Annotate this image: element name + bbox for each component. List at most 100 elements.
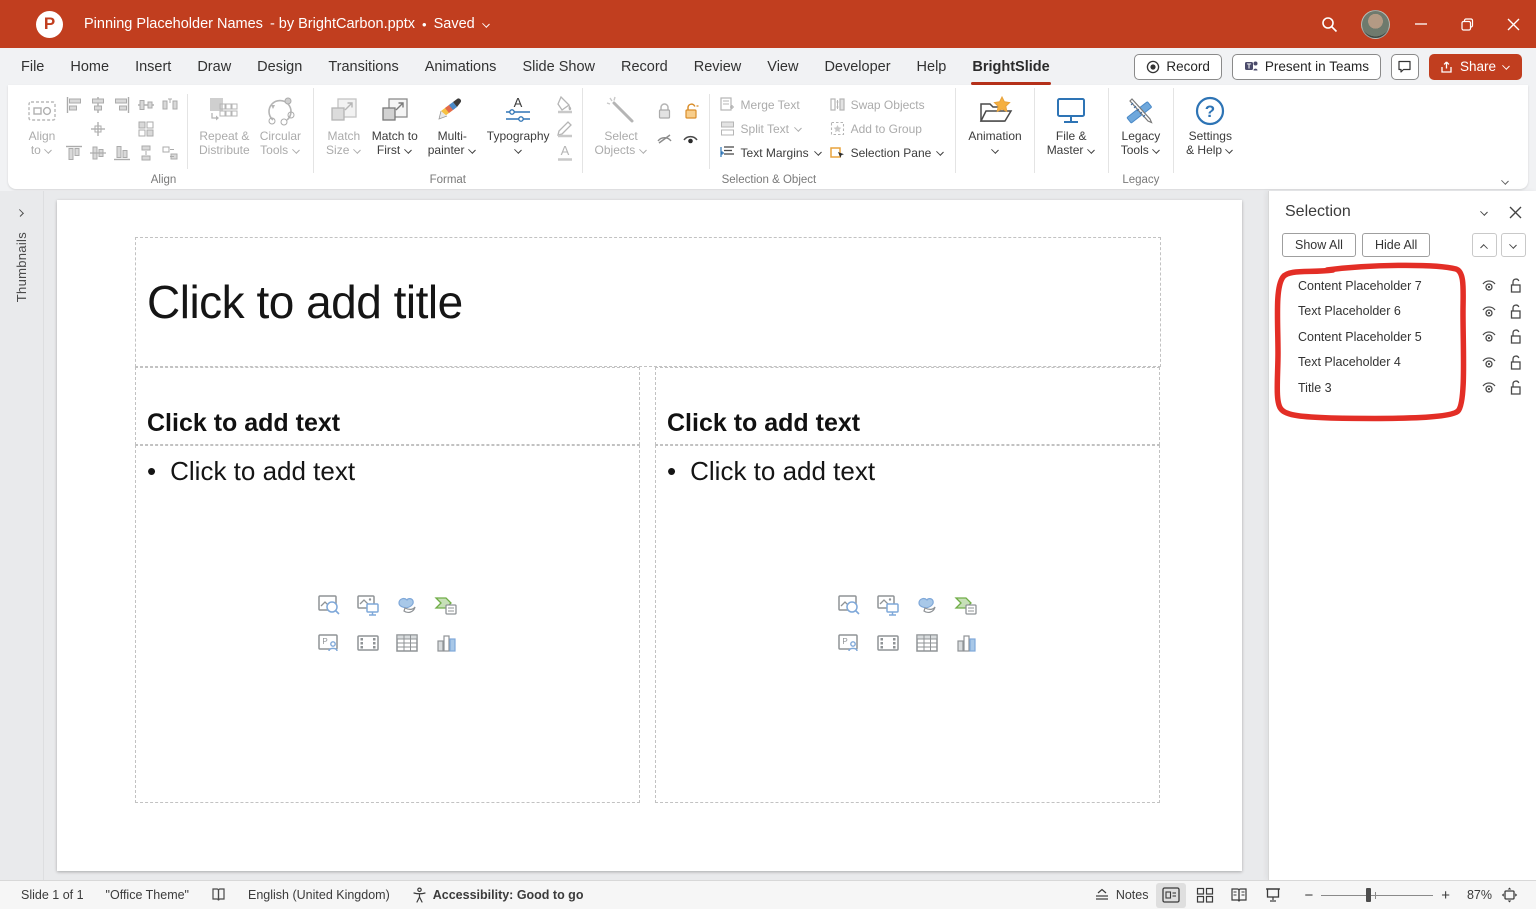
visibility-eye-icon[interactable] (1480, 379, 1498, 396)
expand-thumbnails-icon[interactable] (17, 209, 26, 216)
text-placeholder-right[interactable]: Click to add text (655, 367, 1160, 445)
insert-stock-image-button[interactable] (837, 593, 861, 617)
hide-object-button[interactable] (653, 126, 677, 152)
tab-record[interactable]: Record (608, 48, 681, 85)
tab-transitions[interactable]: Transitions (315, 48, 411, 85)
search-button[interactable] (1306, 0, 1352, 48)
gap-horizontal-button[interactable] (159, 94, 181, 116)
hide-all-button[interactable]: Hide All (1361, 233, 1431, 257)
text-margins-button[interactable]: Text Margins (716, 143, 826, 162)
insert-smartart-button[interactable] (434, 593, 458, 617)
saved-dropdown-icon[interactable] (482, 21, 491, 28)
tab-brightslide[interactable]: BrightSlide (959, 48, 1062, 85)
selection-item-content-placeholder-7[interactable]: Content Placeholder 7 (1269, 273, 1536, 299)
selection-pane-options-icon[interactable] (1480, 209, 1489, 216)
tab-review[interactable]: Review (681, 48, 755, 85)
unlock-object-button[interactable] (679, 98, 703, 124)
account-button[interactable] (1352, 0, 1398, 48)
minimize-button[interactable] (1398, 0, 1444, 48)
visibility-eye-icon[interactable] (1480, 277, 1498, 294)
tab-file[interactable]: File (8, 48, 57, 85)
comments-button[interactable] (1390, 53, 1419, 80)
outline-color-button[interactable] (555, 118, 575, 138)
move-down-button[interactable] (1501, 233, 1526, 257)
present-in-teams-button[interactable]: T Present in Teams (1231, 53, 1381, 80)
insert-chart-button[interactable] (954, 631, 978, 655)
selection-item-content-placeholder-5[interactable]: Content Placeholder 5 (1269, 324, 1536, 350)
align-middle-button[interactable] (135, 94, 157, 116)
share-button[interactable]: Share (1428, 53, 1522, 80)
split-text-button[interactable]: Split Text (716, 119, 826, 138)
insert-video-button[interactable] (356, 631, 380, 655)
unlock-icon[interactable] (1507, 303, 1524, 320)
insert-icons-button[interactable] (915, 593, 939, 617)
visibility-eye-icon[interactable] (1480, 328, 1498, 345)
record-button[interactable]: Record (1134, 53, 1222, 80)
visibility-eye-icon[interactable] (1480, 354, 1498, 371)
insert-pictures-button[interactable] (356, 593, 380, 617)
tab-view[interactable]: View (754, 48, 811, 85)
zoom-slider-handle[interactable] (1366, 888, 1372, 902)
text-placeholder-left[interactable]: Click to add text (135, 367, 640, 445)
unlock-icon[interactable] (1507, 277, 1524, 294)
select-objects-button[interactable]: Select Objects (590, 90, 653, 160)
slide-sorter-view-button[interactable] (1190, 883, 1220, 908)
unlock-icon[interactable] (1507, 379, 1524, 396)
align-right-button[interactable] (111, 94, 133, 116)
restore-button[interactable] (1444, 0, 1490, 48)
show-object-button[interactable] (679, 126, 703, 152)
selection-item-title-3[interactable]: Title 3 (1269, 375, 1536, 401)
align-top-button[interactable] (63, 142, 85, 164)
typography-button[interactable]: A Typography (482, 90, 555, 160)
insert-table-button[interactable] (915, 631, 939, 655)
align-to-button[interactable]: Align to (21, 90, 63, 160)
title-placeholder[interactable]: Click to add title (135, 237, 1161, 367)
add-to-group-button[interactable]: Add to Group (826, 119, 949, 138)
close-button[interactable] (1490, 0, 1536, 48)
swap-size-button[interactable] (159, 142, 181, 164)
multi-painter-button[interactable]: Multi-painter (423, 90, 482, 160)
insert-cameo-button[interactable]: P (837, 631, 861, 655)
tab-design[interactable]: Design (244, 48, 315, 85)
insert-cameo-button[interactable]: P (317, 631, 341, 655)
repeat-distribute-button[interactable]: Repeat & Distribute (194, 90, 255, 160)
swap-objects-button[interactable]: Swap Objects (826, 95, 949, 114)
zoom-out-button[interactable]: − (1304, 887, 1313, 904)
zoom-percentage[interactable]: 87% (1458, 888, 1492, 902)
merge-text-button[interactable]: Merge Text (716, 95, 826, 114)
normal-view-button[interactable] (1156, 882, 1187, 908)
tab-home[interactable]: Home (57, 48, 122, 85)
insert-smartart-button[interactable] (954, 593, 978, 617)
align-center-button[interactable] (87, 94, 109, 116)
legacy-tools-button[interactable]: Legacy Tools (1116, 90, 1166, 160)
insert-icons-button[interactable] (395, 593, 419, 617)
settings-help-button[interactable]: ? Settings & Help (1181, 90, 1239, 160)
slide-number-status[interactable]: Slide 1 of 1 (15, 881, 90, 909)
tab-developer[interactable]: Developer (811, 48, 903, 85)
reading-view-button[interactable] (1224, 883, 1254, 908)
tab-draw[interactable]: Draw (184, 48, 244, 85)
zoom-slider[interactable] (1321, 888, 1434, 902)
slideshow-view-button[interactable] (1258, 883, 1288, 908)
tab-slide-show[interactable]: Slide Show (509, 48, 608, 85)
slide-canvas[interactable]: Click to add title Click to add text • Cl… (57, 200, 1242, 871)
selection-pane-button[interactable]: Selection Pane (826, 143, 949, 162)
align-middle-vertical-button[interactable] (87, 142, 109, 164)
tab-help[interactable]: Help (904, 48, 960, 85)
circular-tools-button[interactable]: Circular Tools (255, 90, 306, 160)
tab-animations[interactable]: Animations (412, 48, 510, 85)
zoom-in-button[interactable]: + (1441, 887, 1450, 904)
visibility-eye-icon[interactable] (1480, 303, 1498, 320)
show-all-button[interactable]: Show All (1282, 233, 1356, 257)
move-up-button[interactable] (1472, 233, 1497, 257)
center-on-slide-button[interactable] (87, 118, 109, 140)
insert-pictures-button[interactable] (876, 593, 900, 617)
collapse-ribbon-button[interactable] (1501, 178, 1510, 185)
selection-item-text-placeholder-6[interactable]: Text Placeholder 6 (1269, 299, 1536, 325)
insert-video-button[interactable] (876, 631, 900, 655)
file-master-button[interactable]: File & Master (1042, 90, 1101, 160)
tab-insert[interactable]: Insert (122, 48, 184, 85)
saved-status[interactable]: Saved (434, 16, 475, 32)
match-size-button[interactable]: Match Size (321, 90, 367, 160)
animation-button[interactable]: Animation (963, 90, 1026, 160)
